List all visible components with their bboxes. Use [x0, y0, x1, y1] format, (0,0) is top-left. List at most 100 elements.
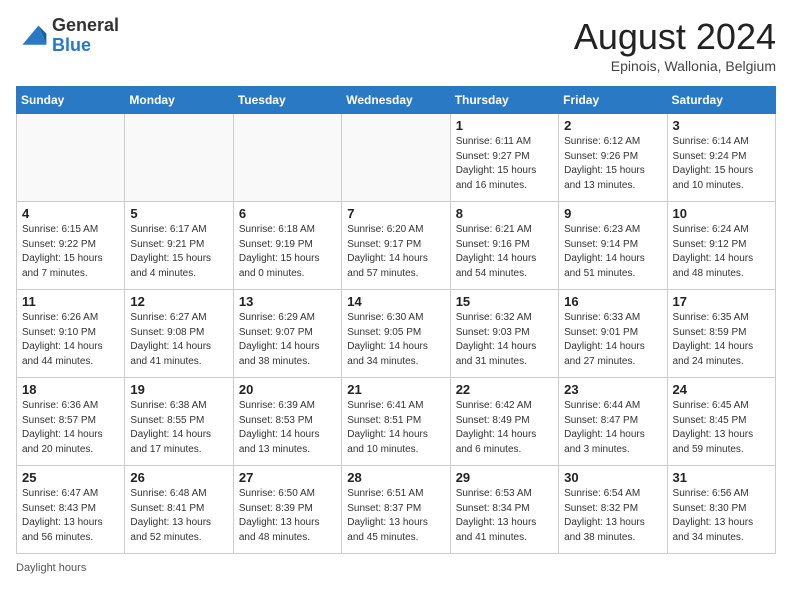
day-number: 14	[347, 294, 444, 309]
day-number: 31	[673, 470, 770, 485]
day-info: Sunrise: 6:39 AM Sunset: 8:53 PM Dayligh…	[239, 399, 336, 457]
day-number: 9	[564, 206, 661, 221]
day-cell: 14 Sunrise: 6:30 AM Sunset: 9:05 PM Dayli…	[342, 290, 450, 378]
day-number: 7	[347, 206, 444, 221]
day-cell: 29 Sunrise: 6:53 AM Sunset: 8:34 PM Dayli…	[450, 466, 558, 554]
week-row-4: 18 Sunrise: 6:36 AM Sunset: 8:57 PM Dayli…	[17, 378, 776, 466]
day-cell: 11 Sunrise: 6:26 AM Sunset: 9:10 PM Dayli…	[17, 290, 125, 378]
day-info: Sunrise: 6:23 AM Sunset: 9:14 PM Dayligh…	[564, 223, 661, 281]
logo-icon	[16, 22, 48, 50]
day-info: Sunrise: 6:48 AM Sunset: 8:41 PM Dayligh…	[130, 487, 227, 545]
day-number: 24	[673, 382, 770, 397]
column-header-monday: Monday	[125, 87, 233, 114]
day-info: Sunrise: 6:45 AM Sunset: 8:45 PM Dayligh…	[673, 399, 770, 457]
day-cell: 13 Sunrise: 6:29 AM Sunset: 9:07 PM Dayli…	[233, 290, 341, 378]
day-number: 27	[239, 470, 336, 485]
column-header-wednesday: Wednesday	[342, 87, 450, 114]
day-cell	[233, 114, 341, 202]
day-cell	[125, 114, 233, 202]
day-number: 4	[22, 206, 119, 221]
day-cell: 12Sunrise: 6:27 AM Sunset: 9:08 PM Dayli…	[125, 290, 233, 378]
day-cell: 3Sunrise: 6:14 AM Sunset: 9:24 PM Daylig…	[667, 114, 775, 202]
day-cell: 6 Sunrise: 6:18 AM Sunset: 9:19 PM Daylig…	[233, 202, 341, 290]
day-info: Sunrise: 6:32 AM Sunset: 9:03 PM Dayligh…	[456, 311, 553, 369]
day-number: 15	[456, 294, 553, 309]
title-block: August 2024 Epinois, Wallonia, Belgium	[574, 16, 776, 74]
day-cell: 2 Sunrise: 6:12 AM Sunset: 9:26 PM Daylig…	[559, 114, 667, 202]
day-number: 29	[456, 470, 553, 485]
day-info: Sunrise: 6:18 AM Sunset: 9:19 PM Dayligh…	[239, 223, 336, 281]
day-cell: 30 Sunrise: 6:54 AM Sunset: 8:32 PM Dayli…	[559, 466, 667, 554]
day-number: 25	[22, 470, 119, 485]
logo-blue-text: Blue	[52, 35, 91, 55]
column-header-friday: Friday	[559, 87, 667, 114]
column-header-sunday: Sunday	[17, 87, 125, 114]
day-cell	[342, 114, 450, 202]
day-number: 11	[22, 294, 119, 309]
day-info: Sunrise: 6:12 AM Sunset: 9:26 PM Dayligh…	[564, 135, 661, 193]
day-info: Sunrise: 6:29 AM Sunset: 9:07 PM Dayligh…	[239, 311, 336, 369]
day-info: Sunrise: 6:53 AM Sunset: 8:34 PM Dayligh…	[456, 487, 553, 545]
day-cell: 10 Sunrise: 6:24 AM Sunset: 9:12 PM Dayli…	[667, 202, 775, 290]
week-row-5: 25Sunrise: 6:47 AM Sunset: 8:43 PM Dayli…	[17, 466, 776, 554]
day-info: Sunrise: 6:21 AM Sunset: 9:16 PM Dayligh…	[456, 223, 553, 281]
day-cell: 25Sunrise: 6:47 AM Sunset: 8:43 PM Dayli…	[17, 466, 125, 554]
day-cell: 22Sunrise: 6:42 AM Sunset: 8:49 PM Dayli…	[450, 378, 558, 466]
day-info: Sunrise: 6:35 AM Sunset: 8:59 PM Dayligh…	[673, 311, 770, 369]
day-info: Sunrise: 6:27 AM Sunset: 9:08 PM Dayligh…	[130, 311, 227, 369]
day-cell: 18 Sunrise: 6:36 AM Sunset: 8:57 PM Dayli…	[17, 378, 125, 466]
day-info: Sunrise: 6:41 AM Sunset: 8:51 PM Dayligh…	[347, 399, 444, 457]
day-info: Sunrise: 6:33 AM Sunset: 9:01 PM Dayligh…	[564, 311, 661, 369]
day-number: 6	[239, 206, 336, 221]
day-number: 23	[564, 382, 661, 397]
footer: Daylight hours	[16, 562, 776, 574]
page-header: General Blue August 2024 Epinois, Wallon…	[16, 16, 776, 74]
day-info: Sunrise: 6:44 AM Sunset: 8:47 PM Dayligh…	[564, 399, 661, 457]
day-number: 18	[22, 382, 119, 397]
day-number: 5	[130, 206, 227, 221]
day-cell: 16Sunrise: 6:33 AM Sunset: 9:01 PM Dayli…	[559, 290, 667, 378]
day-number: 3	[673, 118, 770, 133]
day-number: 28	[347, 470, 444, 485]
column-header-saturday: Saturday	[667, 87, 775, 114]
week-row-3: 11 Sunrise: 6:26 AM Sunset: 9:10 PM Dayli…	[17, 290, 776, 378]
day-cell: 20Sunrise: 6:39 AM Sunset: 8:53 PM Dayli…	[233, 378, 341, 466]
day-cell: 21 Sunrise: 6:41 AM Sunset: 8:51 PM Dayli…	[342, 378, 450, 466]
day-cell: 26 Sunrise: 6:48 AM Sunset: 8:41 PM Dayli…	[125, 466, 233, 554]
day-cell: 1 Sunrise: 6:11 AM Sunset: 9:27 PM Daylig…	[450, 114, 558, 202]
day-info: Sunrise: 6:11 AM Sunset: 9:27 PM Dayligh…	[456, 135, 553, 193]
day-info: Sunrise: 6:54 AM Sunset: 8:32 PM Dayligh…	[564, 487, 661, 545]
week-row-1: 1 Sunrise: 6:11 AM Sunset: 9:27 PM Daylig…	[17, 114, 776, 202]
day-info: Sunrise: 6:36 AM Sunset: 8:57 PM Dayligh…	[22, 399, 119, 457]
daylight-hours-label: Daylight hours	[16, 562, 86, 574]
day-info: Sunrise: 6:20 AM Sunset: 9:17 PM Dayligh…	[347, 223, 444, 281]
day-info: Sunrise: 6:24 AM Sunset: 9:12 PM Dayligh…	[673, 223, 770, 281]
day-cell: 24 Sunrise: 6:45 AM Sunset: 8:45 PM Dayli…	[667, 378, 775, 466]
logo-general-text: General	[52, 15, 119, 35]
day-info: Sunrise: 6:26 AM Sunset: 9:10 PM Dayligh…	[22, 311, 119, 369]
day-cell: 7 Sunrise: 6:20 AM Sunset: 9:17 PM Daylig…	[342, 202, 450, 290]
day-number: 10	[673, 206, 770, 221]
day-number: 22	[456, 382, 553, 397]
day-cell: 31 Sunrise: 6:56 AM Sunset: 8:30 PM Dayli…	[667, 466, 775, 554]
day-info: Sunrise: 6:38 AM Sunset: 8:55 PM Dayligh…	[130, 399, 227, 457]
day-number: 2	[564, 118, 661, 133]
day-number: 30	[564, 470, 661, 485]
day-info: Sunrise: 6:30 AM Sunset: 9:05 PM Dayligh…	[347, 311, 444, 369]
day-cell: 19 Sunrise: 6:38 AM Sunset: 8:55 PM Dayli…	[125, 378, 233, 466]
day-number: 26	[130, 470, 227, 485]
day-cell: 27Sunrise: 6:50 AM Sunset: 8:39 PM Dayli…	[233, 466, 341, 554]
day-number: 1	[456, 118, 553, 133]
day-number: 17	[673, 294, 770, 309]
day-number: 8	[456, 206, 553, 221]
day-cell: 15 Sunrise: 6:32 AM Sunset: 9:03 PM Dayli…	[450, 290, 558, 378]
day-cell: 4Sunrise: 6:15 AM Sunset: 9:22 PM Daylig…	[17, 202, 125, 290]
month-year-title: August 2024	[574, 16, 776, 58]
day-number: 13	[239, 294, 336, 309]
day-number: 19	[130, 382, 227, 397]
day-info: Sunrise: 6:51 AM Sunset: 8:37 PM Dayligh…	[347, 487, 444, 545]
day-number: 21	[347, 382, 444, 397]
calendar-header: SundayMondayTuesdayWednesdayThursdayFrid…	[17, 87, 776, 114]
day-info: Sunrise: 6:56 AM Sunset: 8:30 PM Dayligh…	[673, 487, 770, 545]
week-row-2: 4Sunrise: 6:15 AM Sunset: 9:22 PM Daylig…	[17, 202, 776, 290]
